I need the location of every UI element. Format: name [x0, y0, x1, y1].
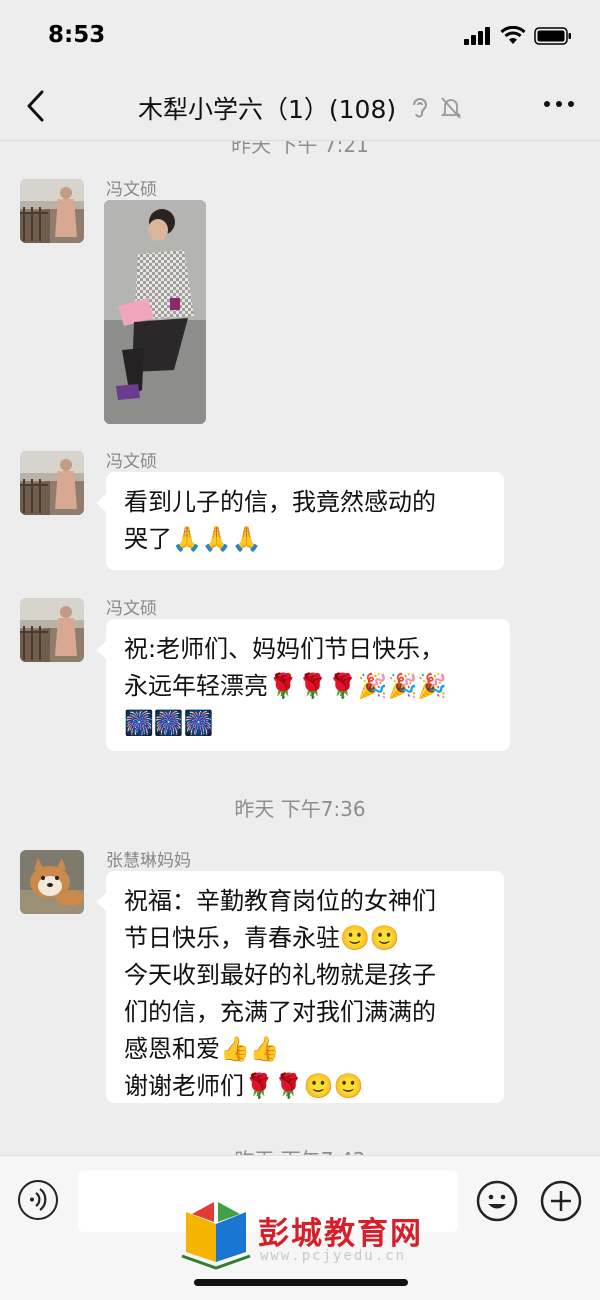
message-text-line: 祝:老师们、妈妈们节日快乐，: [124, 635, 445, 663]
emoji-icon[interactable]: [476, 1180, 518, 1222]
photo-image: [104, 200, 206, 424]
plus-icon[interactable]: [540, 1180, 582, 1222]
chat-messages-area[interactable]: 昨天 下午 7:21 冯文硕 冯文硕 看到儿子的信，我竟然感动的 哭了🙏🙏🙏 冯…: [0, 141, 600, 1155]
message-bubble[interactable]: 看到儿子的信，我竟然感动的 哭了🙏🙏🙏: [96, 472, 504, 570]
message-text-line: 节日快乐，青春永驻🙂🙂: [124, 924, 400, 952]
chat-title-group: 木犁小学六（1）(108): [0, 90, 600, 126]
voice-input-button[interactable]: [18, 1180, 58, 1220]
message-text-line: 永远年轻漂亮🌹🌹🌹🎉🎉🎉: [124, 672, 448, 700]
book-logo-icon: [181, 1202, 251, 1270]
avatar-image: [20, 598, 84, 662]
message-text-line: 谢谢老师们🌹🌹🙂🙂: [124, 1072, 364, 1100]
input-bar: 彭城教育网 www.pcjyedu.cn: [0, 1155, 600, 1300]
sender-name: 张慧琳妈妈: [106, 851, 191, 871]
avatar[interactable]: [20, 451, 84, 515]
avatar[interactable]: [20, 179, 84, 243]
message-text-line: 看到儿子的信，我竟然感动的: [124, 488, 436, 516]
status-bar: 8:53: [0, 0, 600, 72]
sender-name: 冯文硕: [106, 599, 157, 619]
message-bubble[interactable]: 祝福：辛勤教育岗位的女神们 节日快乐，青春永驻🙂🙂 今天收到最好的礼物就是孩子 …: [96, 871, 504, 1103]
timestamp: 昨天 下午 7:21: [231, 141, 369, 157]
message-text-line: 今天收到最好的礼物就是孩子: [124, 961, 436, 989]
chat-title: 木犁小学六（1）(108): [137, 95, 397, 124]
timestamp: 昨天 下午7:36: [234, 797, 366, 821]
watermark-url: www.pcjyedu.cn: [260, 1248, 407, 1264]
message-text-line: 感恩和爱👍👍: [124, 1035, 280, 1063]
status-time: 8:53: [48, 22, 106, 48]
avatar-image: [20, 850, 84, 914]
message-text-line: 哭了🙏🙏🙏: [124, 525, 262, 553]
avatar[interactable]: [20, 850, 84, 914]
avatar-image: [20, 451, 84, 515]
message-text-line: 们的信，充满了对我们满满的: [124, 998, 436, 1026]
sender-name: 冯文硕: [106, 180, 157, 200]
ear-icon: [413, 98, 428, 118]
status-icons: [464, 26, 572, 45]
mute-bell-icon: [440, 97, 462, 119]
sender-name: 冯文硕: [106, 452, 157, 472]
avatar[interactable]: [20, 598, 84, 662]
timestamp: 昨天 下午7:42: [0, 1144, 600, 1155]
watermark-title: 彭城教育网: [258, 1216, 423, 1252]
more-options-icon[interactable]: [542, 92, 576, 116]
message-text-line: 祝福：辛勤教育岗位的女神们: [124, 887, 436, 915]
photo-message[interactable]: [104, 200, 206, 424]
watermark: 彭城教育网 www.pcjyedu.cn: [178, 1200, 448, 1280]
message-bubble[interactable]: 祝:老师们、妈妈们节日快乐， 永远年轻漂亮🌹🌹🌹🎉🎉🎉 🎆🎆🎆: [96, 619, 510, 751]
battery-icon: [534, 26, 571, 45]
message-text-line: 🎆🎆🎆: [124, 709, 214, 737]
wifi-icon: [500, 26, 526, 44]
avatar-image: [20, 179, 84, 243]
cellular-signal-icon: [464, 26, 490, 45]
voice-icon: [30, 1188, 47, 1211]
nav-bar: 木犁小学六（1）(108): [0, 72, 600, 141]
home-indicator[interactable]: [194, 1279, 408, 1286]
